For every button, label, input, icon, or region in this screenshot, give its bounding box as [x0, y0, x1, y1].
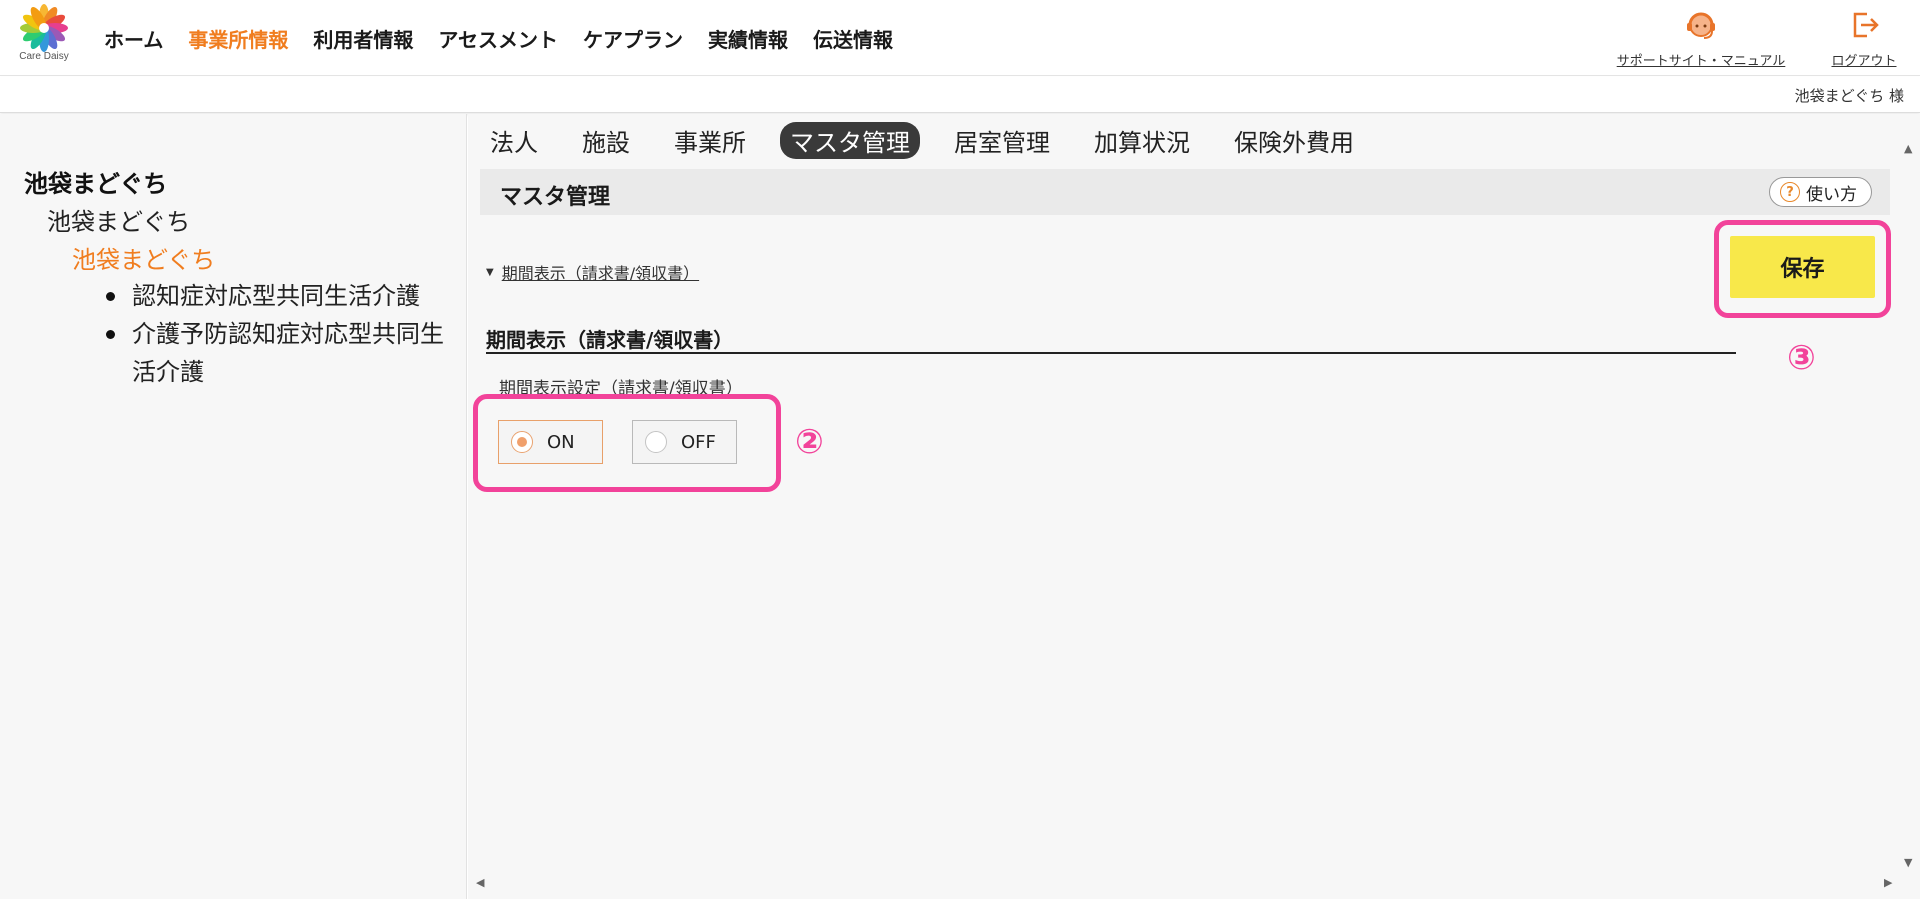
caret-down-icon: ▼ — [486, 266, 494, 278]
scroll-up-icon[interactable]: ▲ — [1904, 142, 1912, 155]
tab-office[interactable]: 事業所 — [674, 122, 746, 159]
nav-office-info[interactable]: 事業所情報 — [188, 24, 288, 53]
sub-tabs: 法人 施設 事業所 マスタ管理 居室管理 加算状況 保険外費用 — [490, 122, 1398, 159]
logout-link[interactable]: ログアウト — [1820, 8, 1908, 69]
how-to-button[interactable]: ? 使い方 — [1769, 177, 1872, 207]
nav-home[interactable]: ホーム — [104, 24, 163, 53]
section-heading: 期間表示（請求書/領収書） — [486, 322, 1736, 354]
scroll-left-icon[interactable]: ◀ — [476, 876, 484, 889]
tab-facility[interactable]: 施設 — [582, 122, 630, 159]
radio-unchecked-icon — [645, 431, 667, 453]
horizontal-scrollbar[interactable]: ◀ ▶ — [468, 876, 1898, 894]
office-tree-sidebar: 池袋まどぐち 池袋まどぐち 池袋まどぐち 認知症対応型共同生活介護 介護予防認知… — [0, 114, 467, 899]
logout-icon — [1853, 12, 1879, 38]
care-daisy-logo[interactable]: Care Daisy — [14, 3, 74, 67]
save-button[interactable]: 保存 — [1730, 236, 1875, 298]
support-site-link[interactable]: サポートサイト・マニュアル — [1606, 8, 1796, 69]
tab-addition-status[interactable]: 加算状況 — [1094, 122, 1190, 159]
tab-master-management[interactable]: マスタ管理 — [780, 122, 920, 159]
annotation-3: ③ — [1787, 338, 1816, 378]
scroll-down-icon[interactable]: ▼ — [1904, 856, 1912, 869]
nav-care-plan[interactable]: ケアプラン — [583, 24, 683, 53]
logo-text: Care Daisy — [19, 51, 69, 62]
nav-transmission[interactable]: 伝送情報 — [813, 24, 893, 53]
radio-on-option[interactable]: ON — [498, 420, 603, 464]
page-title: マスタ管理 — [500, 185, 611, 210]
radio-checked-icon — [511, 431, 533, 453]
logged-in-user: 池袋まどぐち 様 — [1794, 87, 1904, 105]
page-title-bar: マスタ管理 ? 使い方 — [480, 169, 1890, 215]
collapse-label: 期間表示（請求書/領収書） — [501, 264, 700, 283]
nav-assessment[interactable]: アセスメント — [438, 24, 558, 53]
radio-off-option[interactable]: OFF — [632, 420, 737, 464]
main-content: 法人 施設 事業所 マスタ管理 居室管理 加算状況 保険外費用 マスタ管理 ? … — [468, 114, 1920, 899]
question-icon: ? — [1780, 182, 1800, 202]
main-nav: ホーム 事業所情報 利用者情報 アセスメント ケアプラン 実績情報 伝送情報 — [104, 24, 918, 53]
tree-corporation[interactable]: 池袋まどぐち — [24, 164, 167, 199]
daisy-flower-icon — [20, 4, 68, 52]
tree-facility[interactable]: 池袋まどぐち — [47, 202, 190, 237]
radio-off-label: OFF — [681, 431, 716, 453]
scroll-right-icon[interactable]: ▶ — [1884, 876, 1892, 889]
app-header: Care Daisy ホーム 事業所情報 利用者情報 アセスメント ケアプラン … — [0, 0, 1920, 76]
radio-on-label: ON — [547, 431, 575, 453]
headset-icon — [1687, 12, 1715, 39]
how-to-label: 使い方 — [1806, 184, 1857, 205]
tab-non-insurance-costs[interactable]: 保険外費用 — [1234, 122, 1354, 159]
nav-results[interactable]: 実績情報 — [708, 24, 788, 53]
user-bar: 池袋まどぐち 様 — [0, 77, 1920, 113]
section-collapse-toggle[interactable]: ▼ 期間表示（請求書/領収書） — [486, 260, 699, 284]
vertical-scrollbar[interactable]: ▲ ▼ — [1898, 114, 1920, 899]
service-list: 認知症対応型共同生活介護 介護予防認知症対応型共同生活介護 — [100, 277, 465, 391]
tab-corporation[interactable]: 法人 — [490, 122, 538, 159]
service-item[interactable]: 認知症対応型共同生活介護 — [100, 277, 465, 315]
nav-user-info[interactable]: 利用者情報 — [313, 24, 413, 53]
tab-room-management[interactable]: 居室管理 — [954, 122, 1050, 159]
support-label: サポートサイト・マニュアル — [1616, 54, 1786, 69]
service-item[interactable]: 介護予防認知症対応型共同生活介護 — [100, 315, 465, 391]
tree-office-selected[interactable]: 池袋まどぐち — [72, 240, 215, 275]
logout-label: ログアウト — [1831, 54, 1897, 69]
annotation-2: ② — [795, 422, 824, 462]
